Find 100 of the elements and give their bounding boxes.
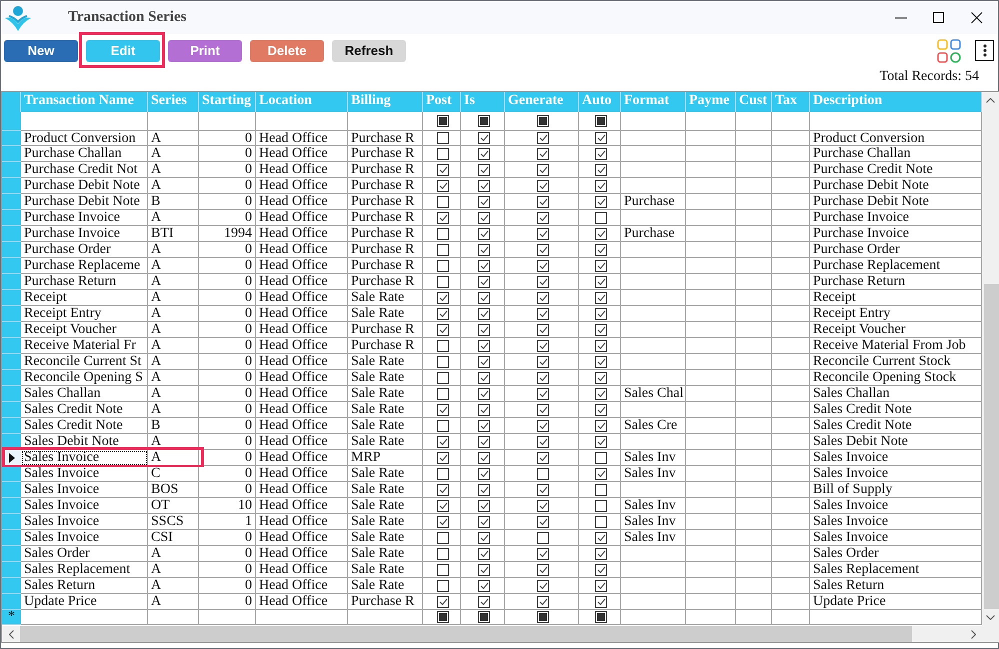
column-header[interactable]: Format [621,92,686,112]
filter-cell[interactable] [579,112,621,131]
table-cell[interactable] [686,610,736,625]
checkbox[interactable] [437,548,449,560]
checkbox[interactable] [478,372,490,384]
checkbox[interactable] [437,148,449,160]
checkbox[interactable] [537,164,549,176]
checkbox[interactable] [437,340,449,352]
table-cell[interactable] [736,610,772,625]
column-header[interactable]: Location [256,92,348,112]
checkbox[interactable] [537,516,549,528]
column-header[interactable]: Series [148,92,199,112]
checkbox[interactable] [437,356,449,368]
filter-cell[interactable] [256,112,348,131]
checkbox[interactable] [437,404,449,416]
checkbox[interactable] [437,564,449,576]
checkbox[interactable] [437,292,449,304]
new-button[interactable]: New [4,40,78,62]
checkbox[interactable] [595,164,607,176]
checkbox[interactable] [478,516,490,528]
checkbox[interactable] [478,212,490,224]
checkbox[interactable] [437,180,449,192]
checkbox[interactable] [437,452,449,464]
checkbox[interactable] [478,388,490,400]
checkbox[interactable] [437,308,449,320]
filter-cell[interactable] [148,112,199,131]
checkbox[interactable] [437,324,449,336]
checkbox[interactable] [478,196,490,208]
checkbox[interactable] [437,276,449,288]
checkbox[interactable] [478,484,490,496]
filter-cell[interactable] [621,112,686,131]
filter-cell[interactable] [348,112,423,131]
checkbox[interactable] [595,356,607,368]
checkbox[interactable] [537,404,549,416]
checkbox[interactable] [437,212,449,224]
checkbox[interactable] [537,180,549,192]
checkbox[interactable] [478,324,490,336]
checkbox[interactable] [537,420,549,432]
checkbox[interactable] [537,148,549,160]
filter-cell[interactable] [505,112,579,131]
checkbox[interactable] [537,468,549,480]
checkbox[interactable] [478,340,490,352]
checkbox[interactable] [537,324,549,336]
checkbox[interactable] [478,132,490,144]
checkbox[interactable] [537,196,549,208]
checkbox[interactable] [537,340,549,352]
edit-button[interactable]: Edit [86,40,160,62]
filter-cell[interactable] [686,112,736,131]
checkbox[interactable] [437,244,449,256]
checkbox[interactable] [437,611,449,623]
checkbox[interactable] [478,180,490,192]
checkbox[interactable] [595,564,607,576]
checkbox[interactable] [437,228,449,240]
checkbox[interactable] [595,516,607,528]
checkbox[interactable] [437,372,449,384]
checkbox[interactable] [437,468,449,480]
checkbox[interactable] [595,484,607,496]
checkbox[interactable] [537,532,549,544]
filter-cell[interactable] [423,112,461,131]
table-cell[interactable] [810,610,982,625]
checkbox[interactable] [537,292,549,304]
checkbox[interactable] [437,484,449,496]
checkbox[interactable] [537,580,549,592]
checkbox[interactable] [478,500,490,512]
vertical-scrollbar[interactable] [982,92,999,626]
checkbox[interactable] [537,436,549,448]
table-cell[interactable] [21,610,148,625]
more-options-button[interactable] [975,40,994,61]
checkbox[interactable] [537,356,549,368]
checkbox[interactable] [595,180,607,192]
checkbox[interactable] [478,356,490,368]
checkbox[interactable] [478,436,490,448]
checkbox[interactable] [595,308,607,320]
row-header[interactable]: * [2,610,21,625]
checkbox[interactable] [478,308,490,320]
checkbox[interactable] [537,611,549,623]
checkbox[interactable] [537,260,549,272]
checkbox[interactable] [595,372,607,384]
filter-cell[interactable] [21,112,148,131]
checkbox[interactable] [478,260,490,272]
checkbox[interactable] [595,388,607,400]
checkbox[interactable] [478,532,490,544]
checkbox[interactable] [437,532,449,544]
checkbox[interactable] [595,212,607,224]
checkbox[interactable] [595,420,607,432]
checkbox[interactable] [595,244,607,256]
checkbox[interactable] [478,148,490,160]
checkbox[interactable] [537,500,549,512]
checkbox[interactable] [595,260,607,272]
checkbox[interactable] [437,388,449,400]
checkbox[interactable] [478,580,490,592]
checkbox[interactable] [478,420,490,432]
column-header[interactable]: Generate [505,92,579,112]
checkbox[interactable] [595,115,607,127]
checkbox[interactable] [478,564,490,576]
checkbox[interactable] [595,548,607,560]
checkbox[interactable] [537,244,549,256]
table-cell[interactable] [256,610,348,625]
filter-cell[interactable] [772,112,810,131]
checkbox[interactable] [595,404,607,416]
